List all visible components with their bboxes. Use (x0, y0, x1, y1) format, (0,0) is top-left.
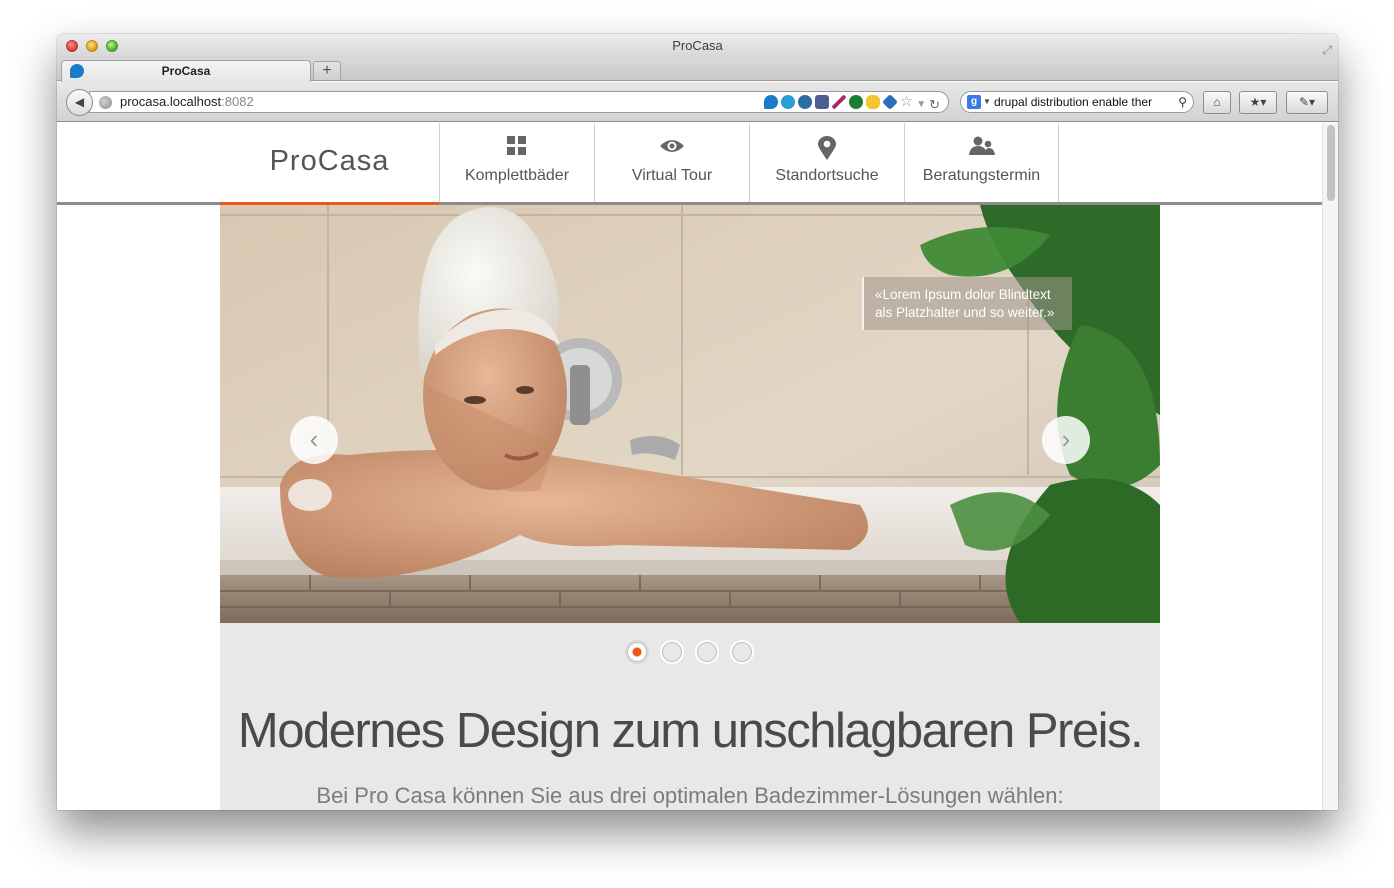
scrollbar-thumb[interactable] (1327, 125, 1335, 201)
tab-strip: ProCasa + (57, 58, 1338, 82)
carousel-pager (625, 640, 754, 664)
quote-line-2: als Platzhalter und so weiter.» (875, 305, 1055, 320)
people-icon (905, 136, 1058, 160)
quote-line-1: «Lorem Ipsum dolor Blindtext (875, 287, 1051, 302)
tab-procasa[interactable]: ProCasa (61, 60, 311, 82)
page-scrollbar[interactable] (1322, 123, 1338, 810)
drupal-favicon-icon (70, 64, 84, 78)
search-input[interactable]: drupal distribution enable ther (994, 92, 1172, 112)
carousel-prev-button[interactable]: ‹ (290, 416, 338, 464)
eye-addon-icon[interactable] (797, 95, 812, 109)
search-bar[interactable]: g ▼ drupal distribution enable ther ⚲ (960, 91, 1194, 113)
home-button[interactable]: ⌂ (1203, 91, 1231, 114)
window-title: ProCasa (672, 38, 723, 53)
nav-label: Beratungstermin (922, 167, 1041, 184)
nav-item-virtual-tour[interactable]: Virtual Tour (594, 123, 749, 202)
url-dropdown-icon[interactable]: ▼ (916, 95, 926, 110)
nav-label: Virtual Tour (631, 167, 713, 184)
nav-item-standortsuche[interactable]: Standortsuche (749, 123, 904, 202)
carousel-dot-4[interactable] (730, 640, 754, 664)
url-host: procasa.localhost (120, 94, 222, 109)
carousel-dot-2[interactable] (660, 640, 684, 664)
nav-label: Standortsuche (775, 167, 879, 184)
map-pin-icon (750, 136, 904, 160)
google-icon: g (967, 95, 981, 109)
carousel-next-button[interactable]: › (1042, 416, 1090, 464)
eye-icon (595, 136, 749, 160)
navigation-toolbar: procasa.localhost:8082 ☆ ▼ ↻ ◀ g ▼ drupa… (57, 82, 1338, 122)
grid-icon (440, 136, 594, 160)
nav-item-komplettbaeder[interactable]: Komplettbäder (439, 123, 594, 202)
url-text: procasa.localhost:8082 (120, 92, 254, 112)
carousel-dot-3[interactable] (695, 640, 719, 664)
hero-quote: «Lorem Ipsum dolor Blindtext als Platzha… (862, 277, 1072, 330)
search-icon[interactable]: ⚲ (1178, 92, 1187, 112)
puzzle-addon-icon[interactable] (865, 95, 880, 109)
nav-label: Komplettbäder (464, 167, 570, 184)
site-logo[interactable]: ProCasa (220, 123, 439, 205)
php-addon-icon[interactable] (814, 95, 829, 109)
carousel-dot-1[interactable] (625, 640, 649, 664)
new-tab-button[interactable]: + (313, 61, 341, 80)
intro-headline: Modernes Design zum unschlagbaren Preis. (237, 704, 1144, 758)
moon-addon-icon[interactable] (780, 95, 795, 109)
bookmark-star-icon[interactable]: ☆ (900, 94, 913, 109)
intro-section: Modernes Design zum unschlagbaren Preis.… (220, 623, 1160, 810)
minimize-window-button[interactable] (86, 40, 98, 52)
zoom-window-button[interactable] (106, 40, 118, 52)
hero-slider: «Lorem Ipsum dolor Blindtext als Platzha… (220, 205, 1160, 623)
hero-photo (220, 205, 1160, 623)
xbox-addon-icon[interactable] (848, 95, 863, 109)
logo-text: ProCasa (269, 145, 390, 177)
tab-label: ProCasa (161, 64, 211, 78)
drupal-addon-icon[interactable] (763, 95, 778, 109)
globe-icon (99, 96, 112, 109)
addon-toolbar-button[interactable]: ✎▾ (1286, 91, 1328, 114)
close-window-button[interactable] (66, 40, 78, 52)
url-port: :8082 (221, 94, 254, 109)
url-addon-icons: ☆ ▼ ↻ (763, 94, 940, 112)
site-header: ProCasa Komplettbäder Virtual Tour Stand… (57, 123, 1322, 205)
page-viewport: ProCasa Komplettbäder Virtual Tour Stand… (57, 123, 1322, 810)
intro-subline: Bei Pro Casa können Sie aus drei optimal… (316, 783, 1064, 808)
title-bar: ProCasa ⤢ (57, 34, 1338, 58)
address-bar[interactable]: procasa.localhost:8082 ☆ ▼ ↻ (89, 91, 949, 113)
reload-icon[interactable]: ↻ (929, 95, 940, 112)
nav-item-beratungstermin[interactable]: Beratungstermin (904, 123, 1059, 202)
bookmarks-button[interactable]: ★▾ (1239, 91, 1277, 114)
back-button[interactable]: ◀ (66, 89, 93, 116)
cube-addon-icon[interactable] (881, 94, 898, 110)
pen-addon-icon[interactable] (831, 95, 846, 109)
browser-window: ProCasa ⤢ ProCasa + procasa.localhost:80… (57, 34, 1338, 810)
search-engine-dropdown-icon[interactable]: ▼ (983, 92, 991, 112)
